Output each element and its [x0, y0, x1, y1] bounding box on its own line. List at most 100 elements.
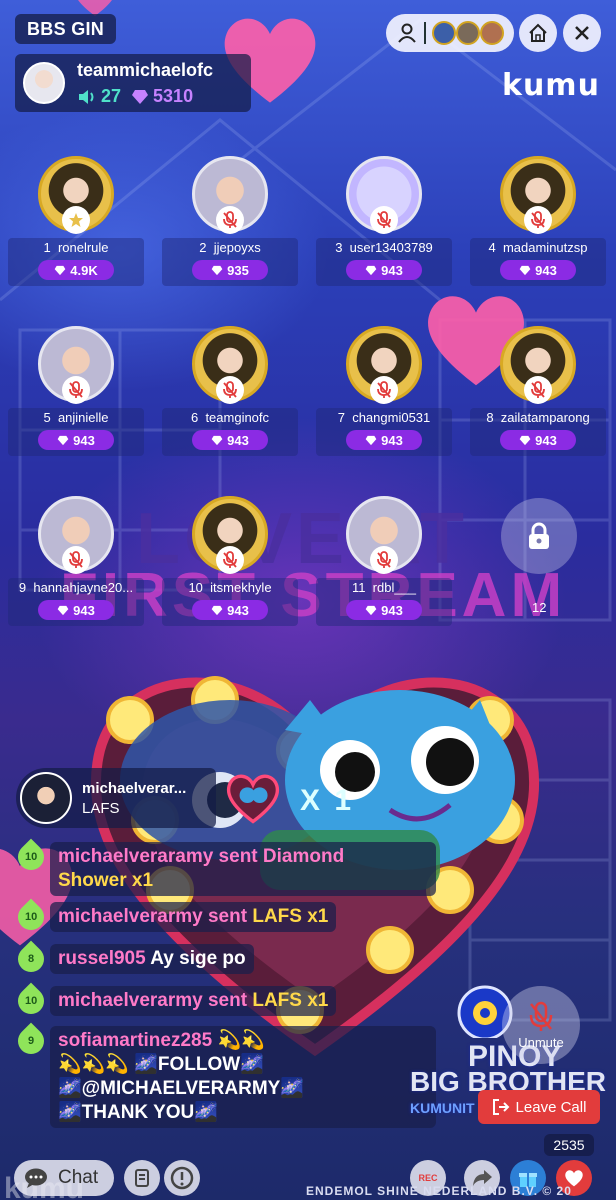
chat-text: michaelveraramy sent Diamond [58, 846, 345, 867]
seat-username: madaminutzsp [502, 240, 588, 255]
top-viewer-avatar[interactable] [456, 21, 480, 45]
mic-off-icon [377, 381, 391, 398]
seat-mic-status [62, 206, 90, 234]
seat-name: 5 anjinielle [8, 410, 144, 425]
gem-icon [132, 89, 149, 104]
chat-message: 10 michaelveraramy sent Diamond Shower x1 [12, 838, 436, 896]
seat-name: 6 teamginofc [162, 410, 298, 425]
gift-multiplier: X 1 [300, 784, 355, 817]
seat-info: 2 jjepoyxs 935 [162, 238, 298, 286]
seat-username: anjinielle [57, 410, 109, 425]
seat-9[interactable]: 9 hannahjayne20... 943 [8, 496, 144, 626]
seat-username: hannahjayne20... [33, 580, 134, 595]
seat-6[interactable]: 6 teamginofc 943 [162, 326, 298, 456]
seat-7[interactable]: 7 changmi0531 943 [316, 326, 452, 456]
level-number: 10 [24, 995, 38, 1007]
chat-line: 🌌@MICHAELVERARMY🌌 [58, 1078, 304, 1099]
seat-5[interactable]: 5 anjinielle 943 [8, 326, 144, 456]
mic-off-icon [223, 211, 237, 228]
seat-11[interactable]: 11 rdbl___ 943 [316, 496, 452, 626]
host-card[interactable]: teammichaelofc 27 5310 [15, 54, 251, 112]
seat-name: 8 zailatamparong [470, 410, 606, 425]
gem-icon [365, 435, 377, 445]
chat-message: 8 russel905 Ay sige po [12, 940, 254, 978]
mic-off-icon [531, 381, 545, 398]
seat-username: changmi0531 [352, 410, 431, 425]
level-number: 8 [27, 953, 35, 965]
chat-line: 💫💫💫 🌌FOLLOW🌌 [58, 1054, 264, 1075]
home-button[interactable] [519, 14, 557, 52]
seat-2[interactable]: 2 jjepoyxs 935 [162, 156, 298, 286]
gem-icon [211, 605, 223, 615]
seat-info: 8 zailatamparong 943 [470, 408, 606, 456]
seat-info: 1 ronelrule 4.9K [8, 238, 144, 286]
seat-info: 5 anjinielle 943 [8, 408, 144, 456]
close-button[interactable] [563, 14, 601, 52]
seat-username: zailatamparong [500, 410, 590, 425]
level-number: 10 [24, 911, 38, 923]
chat-bubble: michaelveraramy sent Diamond Shower x1 [50, 842, 436, 896]
divider [424, 22, 426, 44]
viewers-pill[interactable] [386, 14, 514, 52]
chat-message: 9 sofiamartinez285 💫💫 💫💫💫 🌌FOLLOW🌌 🌌@MICHAE… [12, 1022, 436, 1128]
seat-number: 12 [532, 600, 547, 615]
pbb-logo-line3: KUMUNIT [410, 1100, 475, 1116]
leave-call-button[interactable]: Leave Call [478, 1090, 600, 1124]
seat-gems: 943 [38, 600, 114, 620]
seat-gems-count: 943 [73, 602, 95, 618]
top-viewer-avatar[interactable] [432, 21, 456, 45]
seat-gems: 943 [346, 600, 422, 620]
seat-number: 2 [199, 240, 207, 255]
chat-message: 10 michaelverarmy sent LAFS x1 [12, 982, 337, 1020]
seat-number: 7 [337, 410, 345, 425]
seat-4[interactable]: 4 madaminutzsp 943 [470, 156, 606, 286]
seat-gems: 943 [192, 430, 268, 450]
seat-spacer [51, 240, 58, 255]
seat-3[interactable]: 3 user13403789 943 [316, 156, 452, 286]
seat-info: 9 hannahjayne20... 943 [8, 578, 144, 626]
seat-gems: 935 [192, 260, 268, 280]
user-icon [398, 23, 416, 43]
chat-text: michaelverarmy sent [58, 990, 253, 1011]
seat-number: 4 [488, 240, 496, 255]
seat-mic-status [524, 376, 552, 404]
seat-info: 6 teamginofc 943 [162, 408, 298, 456]
seat-10[interactable]: 10 itsmekhyle 943 [162, 496, 298, 626]
seat-username: ronelrule [57, 240, 109, 255]
chat-text: russel905 [58, 948, 151, 969]
unmute-button[interactable]: Unmute [502, 986, 580, 1064]
gem-icon [54, 265, 66, 275]
seat-number: 8 [486, 410, 494, 425]
speaker-icon [79, 89, 94, 104]
seat-1[interactable]: 1 ronelrule 4.9K [8, 156, 144, 286]
host-avatar[interactable] [23, 62, 65, 104]
chat-message: 10 michaelverarmy sent LAFS x1 [12, 898, 337, 936]
scroll-button[interactable] [124, 1160, 160, 1196]
seat-username: rdbl___ [372, 580, 417, 595]
host-gems-count: 5310 [153, 86, 194, 106]
chat-line: 🌌THANK YOU🌌 [58, 1102, 218, 1123]
report-button[interactable] [164, 1160, 200, 1196]
seat-8[interactable]: 8 zailatamparong 943 [470, 326, 606, 456]
top-viewer-avatar[interactable] [480, 21, 504, 45]
seat-gems-count: 943 [381, 432, 403, 448]
locked-seat[interactable] [501, 498, 577, 574]
home-icon [529, 23, 547, 42]
chat-button[interactable]: Chat [14, 1160, 114, 1196]
seat-mic-status [216, 206, 244, 234]
seat-gems-count: 943 [535, 432, 557, 448]
seat-name: 1 ronelrule [8, 240, 144, 255]
gifter-avatar[interactable] [20, 772, 72, 824]
host-star-icon [69, 213, 83, 227]
level-number: 9 [27, 1035, 35, 1047]
seat-spacer [207, 240, 214, 255]
seat-spacer [365, 580, 372, 595]
seat-info: 7 changmi0531 943 [316, 408, 452, 456]
chat-text: Ay sige po [150, 948, 246, 969]
seat-mic-status [370, 206, 398, 234]
seat-mic-status [62, 376, 90, 404]
gifter-name: michaelverar... [82, 780, 187, 797]
level-badge: 9 [12, 1022, 50, 1060]
seat-gems: 943 [38, 430, 114, 450]
chat-line: sofiamartinez285 💫💫 [58, 1030, 265, 1051]
